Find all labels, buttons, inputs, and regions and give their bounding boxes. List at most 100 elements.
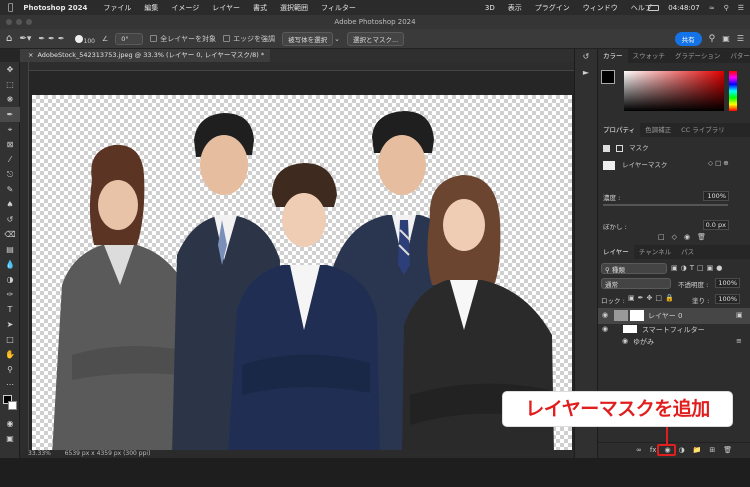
dodge-tool-icon[interactable]: ◑ xyxy=(0,272,20,287)
close-window-button[interactable] xyxy=(6,19,12,25)
history-panel-icon[interactable]: ↺ xyxy=(575,49,597,65)
layer-filter-select[interactable]: ⚲ 種類 xyxy=(601,263,667,274)
tab-close-icon[interactable]: × xyxy=(28,51,33,59)
path-selection-tool-icon[interactable]: ➤ xyxy=(0,317,20,332)
tab-color[interactable]: カラー xyxy=(598,49,628,63)
gradient-tool-icon[interactable]: ▤ xyxy=(0,242,20,257)
search-icon[interactable]: ⚲ xyxy=(709,34,716,44)
menu-image[interactable]: イメージ xyxy=(171,3,199,13)
background-color-swatch[interactable] xyxy=(8,401,17,410)
quick-selection-tool-icon[interactable]: ✒ xyxy=(0,107,20,122)
lasso-tool-icon[interactable]: ❋ xyxy=(0,92,20,107)
visibility-eye-icon[interactable]: ◉ xyxy=(602,325,608,333)
canvas-area[interactable] xyxy=(29,71,574,455)
menu-plugins[interactable]: プラグイン xyxy=(535,3,570,13)
move-tool-icon[interactable]: ✥ xyxy=(0,62,20,77)
crop-tool-icon[interactable]: ⌖ xyxy=(0,122,20,137)
enhance-edge-checkbox[interactable] xyxy=(223,35,231,42)
actions-panel-icon[interactable]: ► xyxy=(575,65,597,81)
brush-preview-icon[interactable] xyxy=(74,34,83,43)
opacity-field[interactable]: 100% xyxy=(715,278,740,288)
brush-size[interactable]: 100 xyxy=(84,38,95,45)
quick-mask-icon[interactable]: ◉ xyxy=(0,416,20,431)
pixel-mask-icon[interactable] xyxy=(603,144,610,152)
color-picker-field[interactable] xyxy=(624,71,724,111)
menu-3d[interactable]: 3D xyxy=(485,4,495,12)
blend-mode-select[interactable]: 通常 xyxy=(601,278,671,289)
frame-tool-icon[interactable]: ⊠ xyxy=(0,137,20,152)
document-canvas[interactable] xyxy=(32,95,572,455)
healing-brush-tool-icon[interactable]: ⎋ xyxy=(0,167,20,182)
density-slider[interactable] xyxy=(603,204,728,206)
clone-stamp-tool-icon[interactable]: ♠ xyxy=(0,197,20,212)
visibility-eye-icon[interactable]: ◉ xyxy=(622,337,628,345)
lock-icons[interactable]: ▣✒✥□🔒 xyxy=(628,294,677,302)
tab-adjustments[interactable]: 色調補正 xyxy=(640,123,676,137)
menu-file[interactable]: ファイル xyxy=(103,3,131,13)
menu-view[interactable]: 表示 xyxy=(508,3,522,13)
select-subject-button[interactable]: 被写体を選択 xyxy=(282,31,334,46)
new-layer-icon[interactable]: ⊞ xyxy=(709,446,715,454)
app-menu[interactable]: Photoshop 2024 xyxy=(23,4,87,12)
spotlight-icon[interactable]: ⚲ xyxy=(724,4,729,12)
home-icon[interactable]: ⌂ xyxy=(6,33,12,44)
brush-tool-icon[interactable]: ✎ xyxy=(0,182,20,197)
zoom-tool-icon[interactable]: ⚲ xyxy=(0,362,20,377)
vector-mask-icon[interactable] xyxy=(616,144,624,152)
minimize-window-button[interactable] xyxy=(16,19,22,25)
layer-row-smart-filters[interactable]: ◉ スマートフィルター xyxy=(598,324,750,334)
sort-icon[interactable]: ☰ xyxy=(737,34,744,43)
layer-row-liquify[interactable]: ◉ ゆがみ ≡ xyxy=(598,336,750,346)
layer-row-0[interactable]: ◉ レイヤー 0 ▣ xyxy=(598,308,750,324)
marquee-tool-icon[interactable]: ⬚ xyxy=(0,77,20,92)
menu-select[interactable]: 選択範囲 xyxy=(280,3,308,13)
select-subject-dropdown-icon[interactable]: ⌄ xyxy=(334,35,340,43)
pen-tool-icon[interactable]: ✑ xyxy=(0,287,20,302)
mask-thumbnail[interactable] xyxy=(630,310,644,321)
sample-all-layers-checkbox[interactable] xyxy=(150,35,158,42)
menu-filter[interactable]: フィルター xyxy=(321,3,356,13)
rectangle-tool-icon[interactable]: □ xyxy=(0,332,20,347)
type-tool-icon[interactable]: T xyxy=(0,302,20,317)
tab-swatches[interactable]: スウォッチ xyxy=(628,49,671,63)
adjustment-layer-icon[interactable]: ◑ xyxy=(679,446,685,454)
angle-field[interactable]: 0° xyxy=(115,32,144,45)
quick-selection-tool-preset-icon[interactable]: ✒▾ xyxy=(19,34,31,44)
mask-options-icons[interactable]: ◇ □ ⊕ xyxy=(708,159,729,167)
document-tab[interactable]: × AdobeStock_542313753.jpeg @ 33.3% (レイヤー… xyxy=(20,49,270,62)
layer-filter-icons[interactable]: ▣◑T□▣● xyxy=(671,264,725,272)
visibility-eye-icon[interactable]: ◉ xyxy=(602,311,608,319)
tab-gradients[interactable]: グラデーション xyxy=(670,49,725,63)
screen-mode-icon[interactable]: ▣ xyxy=(0,431,20,446)
menu-layer[interactable]: レイヤー xyxy=(212,3,240,13)
document-info[interactable]: 6539 px x 4359 px (300 ppi) xyxy=(65,450,151,457)
delete-layer-icon[interactable]: 🗑 xyxy=(723,446,732,454)
menu-edit[interactable]: 編集 xyxy=(144,3,158,13)
menu-window[interactable]: ウィンドウ xyxy=(583,3,618,13)
tab-layers[interactable]: レイヤー xyxy=(598,245,634,259)
eraser-tool-icon[interactable]: ⌫ xyxy=(0,227,20,242)
properties-footer-icons[interactable]: □◇◉🗑 xyxy=(658,233,713,241)
feather-field[interactable]: 0.0 px xyxy=(703,220,729,230)
history-brush-tool-icon[interactable]: ↺ xyxy=(0,212,20,227)
tab-paths[interactable]: パス xyxy=(676,245,699,259)
color-swatches[interactable] xyxy=(0,392,20,416)
zoom-window-button[interactable] xyxy=(26,19,32,25)
control-center-icon[interactable]: ☰ xyxy=(738,4,744,12)
share-button[interactable]: 共有 xyxy=(674,31,702,46)
density-field[interactable]: 100% xyxy=(703,191,729,201)
apple-icon[interactable]:  xyxy=(8,3,13,13)
hand-tool-icon[interactable]: ✋ xyxy=(0,347,20,362)
link-layers-icon[interactable]: ∞ xyxy=(636,446,642,454)
selection-mode-icons[interactable]: ✒✒✒ xyxy=(38,34,67,43)
filter-options-icon[interactable]: ≡ xyxy=(736,337,742,345)
tab-channels[interactable]: チャンネル xyxy=(634,245,676,259)
zoom-level[interactable]: 33.33% xyxy=(28,450,51,457)
more-tools-icon[interactable]: ⋯ xyxy=(0,377,20,392)
tab-patterns[interactable]: パターン xyxy=(725,49,750,63)
fill-field[interactable]: 100% xyxy=(715,294,740,304)
hue-slider[interactable] xyxy=(729,71,737,111)
tab-cc-libraries[interactable]: CC ライブラリ xyxy=(676,123,730,137)
workspace-icon[interactable]: ▣ xyxy=(722,34,730,43)
blur-tool-icon[interactable]: 💧 xyxy=(0,257,20,272)
